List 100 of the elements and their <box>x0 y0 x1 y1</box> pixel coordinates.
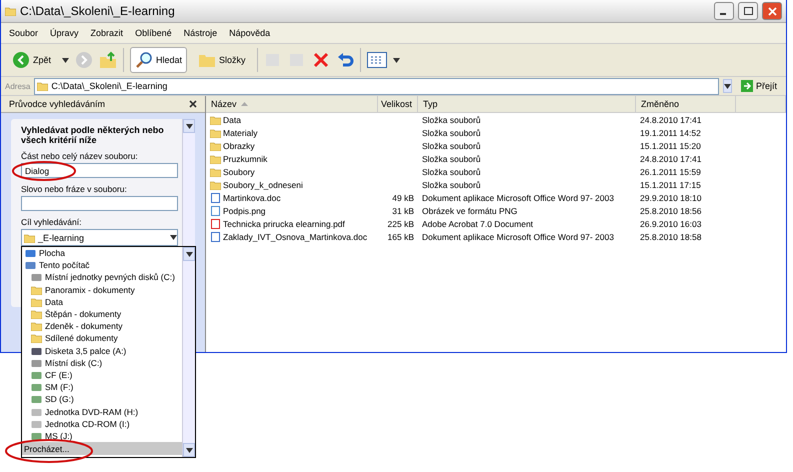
undo-icon[interactable] <box>336 51 354 69</box>
views-icon[interactable] <box>366 52 387 68</box>
file-name-cell[interactable]: Martinkova.doc <box>206 191 378 204</box>
file-name-cell[interactable]: Materialy <box>206 126 378 139</box>
menu-item[interactable]: Nápověda <box>229 28 270 38</box>
maximize-icon <box>744 7 752 15</box>
size-cell-text: 31 kB <box>391 204 415 217</box>
drive-icon <box>31 370 42 380</box>
column-header[interactable]: Velikost <box>378 96 418 113</box>
dropdown-option[interactable]: Jednotka CD-ROM (I:) <box>22 418 182 430</box>
minimize-button[interactable] <box>714 2 734 20</box>
folder-icon <box>24 232 35 242</box>
dropdown-option[interactable]: Sdílené dokumenty <box>22 332 182 344</box>
type-cell-text: Dokument aplikace Microsoft Office Word 97- 2003 <box>421 192 615 204</box>
address-field[interactable]: C:\Data\_Skoleni\_E-learning <box>34 78 719 94</box>
document-icon <box>210 232 221 242</box>
close-button[interactable] <box>762 2 782 20</box>
folders-button[interactable]: Složky <box>193 47 251 73</box>
browse-option[interactable]: Procházet... <box>22 442 182 455</box>
filename-field[interactable]: Dialog <box>21 163 178 178</box>
drive-icon <box>31 394 42 404</box>
size-cell-text: 225 kB <box>386 218 415 230</box>
column-header[interactable]: Typ <box>418 96 636 113</box>
close-icon[interactable] <box>189 100 197 108</box>
type-cell-text: Složka souborů <box>421 140 482 152</box>
search-icon <box>135 51 154 69</box>
file-name-cell[interactable]: Obrazky <box>206 139 378 152</box>
dropdown-option[interactable]: Tento počítač <box>22 259 182 272</box>
panel-heading: Vyhledávat podle některých nebo všech kritérií níže <box>21 125 165 145</box>
menu-item[interactable]: Oblíbené <box>135 28 172 38</box>
type-cell-text: Složka souborů <box>421 152 482 165</box>
folder-icon <box>210 128 221 138</box>
folder-icon <box>5 6 16 16</box>
drive-icon <box>31 272 42 282</box>
date-cell-text: 24.8.2010 17:41 <box>639 152 702 165</box>
dropdown-option[interactable]: SM (F:) <box>22 381 182 394</box>
caret-down-icon <box>724 84 731 88</box>
dropdown-option[interactable]: Zdeněk - dokumenty <box>22 320 182 332</box>
folder-icon <box>31 296 42 307</box>
dropdown-option[interactable]: Disketa 3,5 palce (A:) <box>22 344 182 357</box>
back-button[interactable]: Zpět <box>7 47 56 73</box>
caret-down-icon <box>392 58 400 62</box>
phrase-field[interactable] <box>21 196 178 211</box>
file-name-cell[interactable]: Zaklady_IVT_Osnova_Martinkova.doc <box>206 230 378 243</box>
folder-icon <box>210 154 221 164</box>
type-cell-text: Složka souborů <box>421 178 482 191</box>
folder-icon <box>210 166 221 176</box>
file-name-cell[interactable]: Soubory_k_odneseni <box>206 178 378 191</box>
file-name-cell[interactable]: Soubory <box>206 165 378 178</box>
field-label: Slovo nebo fráze v souboru: <box>21 184 128 194</box>
dropdown-option[interactable]: Místní disk (C:) <box>22 356 182 369</box>
dropdown-option[interactable]: Data <box>22 296 182 308</box>
date-cell-text: 26.9.2010 16:03 <box>639 218 702 230</box>
menu-item[interactable]: Nástroje <box>184 28 218 38</box>
dropdown-option[interactable]: MS (J:) <box>22 430 182 442</box>
folder-icon <box>31 284 42 295</box>
maximize-button[interactable] <box>738 2 758 20</box>
delete-icon[interactable] <box>312 51 330 69</box>
drive-icon <box>31 418 42 429</box>
dropdown-button[interactable] <box>722 79 732 93</box>
field-label: Část nebo celý název souboru: <box>21 151 139 161</box>
folder-icon <box>31 333 42 344</box>
date-cell-text: 26.1.2011 15:59 <box>639 166 702 178</box>
size-cell-text: 49 kB <box>391 192 415 204</box>
address-label: Adresa <box>5 82 30 90</box>
highlight-ellipse <box>12 161 76 181</box>
dropdown-option[interactable]: Místní jednotky pevných disků (C:) <box>22 271 182 284</box>
menu-item[interactable]: Zobrazit <box>90 28 124 38</box>
search-button[interactable]: Hledat <box>130 47 188 73</box>
type-cell-text: Dokument aplikace Microsoft Office Word 97- 2003 <box>421 230 615 243</box>
dropdown-option[interactable]: CF (E:) <box>22 368 182 382</box>
dropdown-option[interactable]: Plocha <box>22 247 182 260</box>
dropdown-option[interactable]: Panoramix - dokumenty <box>22 284 182 296</box>
scrollbar[interactable] <box>182 247 195 457</box>
date-cell-text: 25.8.2010 18:58 <box>639 230 702 243</box>
folder-up-icon[interactable] <box>99 51 118 69</box>
caret-down-icon <box>170 235 177 240</box>
size-cell-text: 165 kB <box>386 230 415 243</box>
menu-item[interactable]: Úpravy <box>50 28 79 38</box>
dropdown-option[interactable]: SD (G:) <box>22 393 182 406</box>
date-cell-text: 15.1.2011 17:15 <box>639 178 702 191</box>
sort-icon <box>240 102 248 106</box>
menu-item[interactable]: Soubor <box>9 28 38 38</box>
go-arrow-icon <box>740 80 753 92</box>
file-name-cell[interactable]: Pruzkumnik <box>206 152 378 165</box>
dropdown-option[interactable]: Štěpán - dokumenty <box>22 308 182 320</box>
type-cell-text: Složka souborů <box>421 114 482 126</box>
target-combobox[interactable]: _E-learning <box>21 229 178 246</box>
file-name-cell[interactable]: Technicka prirucka elearning.pdf <box>206 217 378 230</box>
date-cell-text: 24.8.2010 17:41 <box>639 114 702 126</box>
folder-icon <box>210 140 221 150</box>
go-button[interactable]: Přejít <box>736 78 782 94</box>
file-name-cell[interactable]: Podpis.png <box>206 204 378 217</box>
dropdown-option[interactable]: Jednotka DVD-RAM (H:) <box>22 405 182 418</box>
column-header[interactable]: Změněno <box>636 96 736 113</box>
type-cell-text: Adobe Acrobat 7.0 Document <box>421 218 534 230</box>
drive-icon <box>31 430 42 441</box>
file-name-cell[interactable]: Data <box>206 113 378 126</box>
column-header[interactable]: Název <box>206 96 378 113</box>
caret-down-icon <box>186 448 192 452</box>
